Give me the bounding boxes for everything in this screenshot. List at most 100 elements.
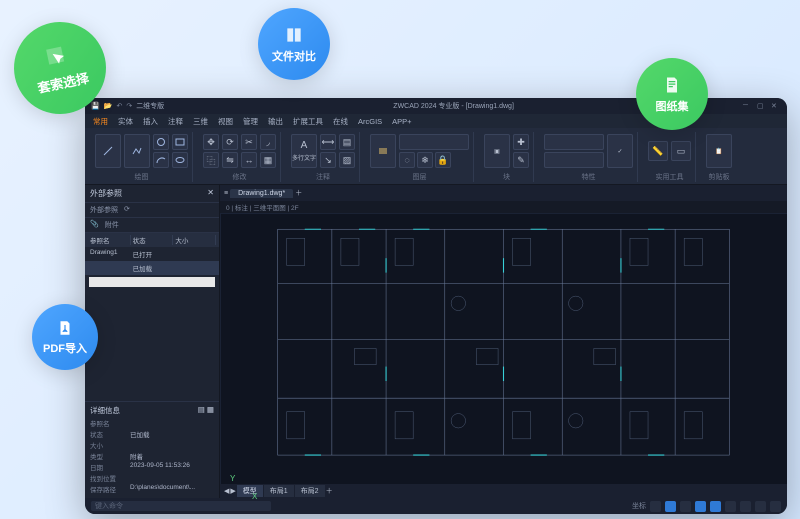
tab-app[interactable]: APP+ — [392, 117, 411, 126]
xref-rename-input[interactable] — [89, 277, 215, 287]
rect-button[interactable] — [172, 134, 188, 150]
xref-panel: 外部参照 ✕ 外部参照 ⟳ 📎 附件 参照名 状态 大小 Drawing1已打开… — [85, 185, 220, 498]
layer-info-text: 0 | 标注 | 三维平面图 | 2F — [226, 202, 299, 212]
tab-express[interactable]: 扩展工具 — [293, 116, 323, 127]
qat-undo-icon[interactable]: ↶ — [116, 102, 122, 110]
panel-close-icon[interactable]: ✕ — [207, 188, 214, 199]
detail-toggle-icon[interactable]: ▤ ▦ — [198, 405, 214, 416]
mtext-button[interactable]: A多行文字 — [291, 134, 317, 168]
fillet-button[interactable]: ◞ — [260, 134, 276, 150]
tab-online[interactable]: 在线 — [333, 116, 348, 127]
command-input[interactable]: 键入命令 — [91, 501, 271, 511]
mirror-button[interactable]: ⇋ — [222, 152, 238, 168]
layout-tab-prev-icon[interactable]: ◀ — [224, 487, 229, 495]
command-placeholder: 键入命令 — [95, 501, 123, 511]
group-props-label: 特性 — [582, 172, 596, 182]
layout2-tab[interactable]: 布局2 — [295, 485, 325, 497]
dim-linear-button[interactable]: ⟷ — [320, 134, 336, 150]
otrack-toggle[interactable] — [725, 501, 736, 512]
minimize-button[interactable]: ─ — [743, 102, 753, 110]
layer-lock-button[interactable]: 🔒 — [435, 152, 451, 168]
select-button[interactable]: ▭ — [671, 141, 691, 161]
tab-home[interactable]: 常用 — [93, 116, 108, 127]
ortho-toggle[interactable] — [680, 501, 691, 512]
arc-button[interactable] — [153, 152, 169, 168]
layer-freeze-button[interactable]: ❄ — [417, 152, 433, 168]
ribbon-group-draw: 绘图 — [91, 132, 193, 182]
ribbon-group-modify: ✥ ⿻ ⟳ ⇋ ✂ ↔ ◞ ▦ 修改 — [199, 132, 281, 182]
xref-row[interactable]: 已加载 — [85, 261, 219, 275]
layout1-tab[interactable]: 布局1 — [264, 485, 294, 497]
drawing-canvas[interactable]: Y X — [220, 213, 787, 484]
maximize-button[interactable]: ▢ — [757, 102, 767, 110]
doc-tab[interactable]: Drawing1.dwg* — [230, 189, 293, 198]
tab-view[interactable]: 视图 — [218, 116, 233, 127]
layer-info-bar: 0 | 标注 | 三维平面图 | 2F — [220, 201, 787, 213]
layer-dropdown[interactable] — [399, 134, 469, 150]
tab-solid[interactable]: 实体 — [118, 116, 133, 127]
leader-button[interactable]: ↘ — [320, 152, 336, 168]
model-toggle[interactable] — [770, 501, 781, 512]
line-button[interactable] — [95, 134, 121, 168]
col-size: 大小 — [173, 235, 216, 245]
layout-tab-add-icon[interactable]: ＋ — [326, 486, 333, 496]
qat-redo-icon[interactable]: ↷ — [126, 102, 132, 110]
xref-subtab-attach[interactable]: 附件 — [105, 220, 119, 230]
polar-toggle[interactable] — [695, 501, 706, 512]
snap-toggle[interactable] — [650, 501, 661, 512]
tab-insert[interactable]: 插入 — [143, 116, 158, 127]
ribbon-group-props: ✓ 特性 — [540, 132, 638, 182]
xref-table-header: 参照名 状态 大小 — [85, 233, 219, 247]
extend-button[interactable]: ↔ — [241, 152, 257, 168]
linetype-dropdown[interactable] — [544, 152, 604, 168]
copy-button[interactable]: ⿻ — [203, 152, 219, 168]
lweight-toggle[interactable] — [740, 501, 751, 512]
tab-output[interactable]: 输出 — [268, 116, 283, 127]
layer-off-button[interactable]: ◌ — [399, 152, 415, 168]
layout-tab-next-icon[interactable]: ▶ — [230, 487, 235, 495]
detail-title: 详细信息 — [90, 405, 120, 416]
measure-button[interactable]: 📏 — [648, 141, 668, 161]
badge-compare-label: 文件对比 — [272, 48, 316, 64]
dyn-toggle[interactable] — [755, 501, 766, 512]
xref-attach-icon[interactable]: 📎 — [90, 220, 99, 230]
model-tab[interactable]: 模型 — [237, 485, 263, 497]
badge-pdf-import: PDF导入 — [32, 304, 98, 370]
product-tag: 二维专版 — [136, 101, 164, 111]
move-button[interactable]: ✥ — [203, 134, 219, 150]
rotate-button[interactable]: ⟳ — [222, 134, 238, 150]
tab-manage[interactable]: 管理 — [243, 116, 258, 127]
polyline-button[interactable] — [124, 134, 150, 168]
circle-button[interactable] — [153, 134, 169, 150]
tab-3d[interactable]: 三维 — [193, 116, 208, 127]
layer-props-button[interactable] — [370, 134, 396, 168]
xref-row[interactable]: Drawing1已打开 — [85, 247, 219, 261]
insert-block-button[interactable]: ▣ — [484, 134, 510, 168]
qat-open-icon[interactable]: 📂 — [104, 102, 113, 110]
group-draw-label: 绘图 — [135, 172, 149, 182]
cad-app-window: 💾 📂 ↶ ↷ 二维专版 ZWCAD 2024 专业版 - [Drawing1.… — [85, 98, 787, 514]
doc-tab-new-icon[interactable]: ≡ — [224, 190, 228, 197]
grid-toggle[interactable] — [665, 501, 676, 512]
tab-arcgis[interactable]: ArcGIS — [358, 117, 382, 126]
doc-tab-add-icon[interactable]: ＋ — [295, 188, 302, 198]
paste-button[interactable]: 📋 — [706, 134, 732, 168]
create-block-button[interactable]: ✚ — [513, 134, 529, 150]
qat-save-icon[interactable]: 💾 — [91, 102, 100, 110]
color-dropdown[interactable] — [544, 134, 604, 150]
osnap-toggle[interactable] — [710, 501, 721, 512]
badge-lasso-label: 套索选择 — [36, 67, 91, 96]
close-button[interactable]: ✕ — [771, 102, 781, 110]
xref-refresh-icon[interactable]: ⟳ — [124, 205, 130, 215]
match-props-button[interactable]: ✓ — [607, 134, 633, 168]
edit-block-button[interactable]: ✎ — [513, 152, 529, 168]
tab-annotate[interactable]: 注释 — [168, 116, 183, 127]
table-button[interactable]: ▤ — [339, 134, 355, 150]
badge-pdf-label: PDF导入 — [43, 340, 87, 356]
hatch-button[interactable]: ▨ — [339, 152, 355, 168]
ellipse-button[interactable] — [172, 152, 188, 168]
trim-button[interactable]: ✂ — [241, 134, 257, 150]
ribbon-group-clip: 📋 剪贴板 — [702, 132, 736, 182]
xref-subtab-refs[interactable]: 外部参照 — [90, 205, 118, 215]
array-button[interactable]: ▦ — [260, 152, 276, 168]
